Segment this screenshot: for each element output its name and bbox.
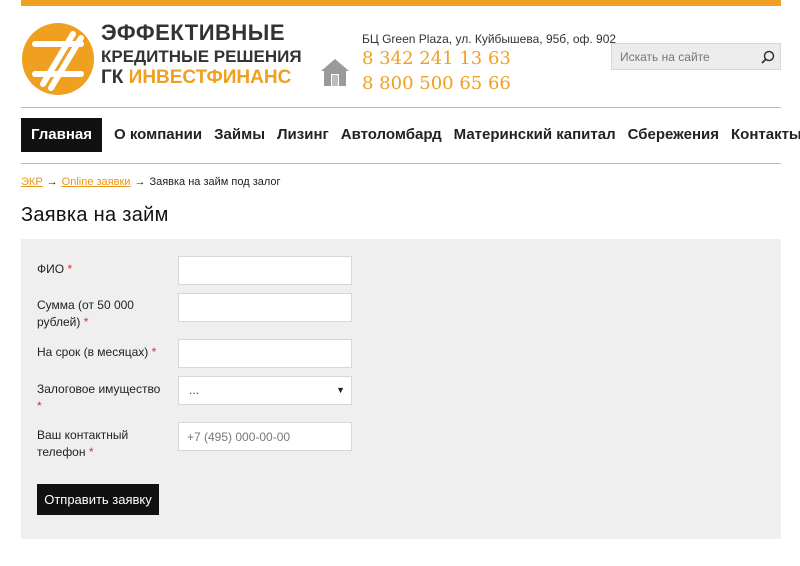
chevron-down-icon: ▼	[336, 385, 345, 395]
page-title: Заявка на займ	[21, 204, 169, 226]
search-input[interactable]	[612, 44, 757, 69]
nav-item-savings[interactable]: Сбережения	[622, 118, 725, 152]
search-button[interactable]	[755, 44, 780, 69]
breadcrumb-current: Заявка на займ под залог	[149, 176, 281, 188]
nav-item-loans[interactable]: Займы	[208, 118, 271, 152]
required-mark: *	[37, 399, 42, 413]
nav-item-car-pawnshop[interactable]: Автоломбард	[335, 118, 448, 152]
search-box	[611, 43, 781, 70]
phone-label-text: Ваш контактный телефон	[37, 428, 129, 459]
full-name-label: ФИО *	[37, 261, 162, 278]
search-icon	[760, 50, 774, 64]
amount-input[interactable]	[178, 293, 352, 322]
collateral-select-value: ...	[189, 383, 200, 397]
nav-item-contacts[interactable]: Контакты	[725, 118, 800, 152]
breadcrumb-link-online-requests[interactable]: Online заявки	[62, 176, 131, 188]
breadcrumb-separator: →	[46, 176, 58, 188]
required-mark: *	[67, 262, 73, 276]
top-accent-bar	[21, 0, 781, 6]
office-address: БЦ Green Plaza, ул. Куйбышева, 95б, оф. …	[362, 32, 617, 46]
breadcrumb-link-ekr[interactable]: ЭКР	[21, 176, 43, 188]
required-mark: *	[88, 445, 94, 459]
full-name-label-text: ФИО	[37, 262, 65, 276]
required-mark: *	[83, 315, 89, 329]
logo-line-3-prefix: ГК	[101, 67, 129, 88]
amount-label: Сумма (от 50 000 рублей) *	[37, 297, 162, 331]
logo-mark-icon	[22, 23, 94, 95]
logo-line-2: КРЕДИТНЫЕ РЕШЕНИЯ	[101, 47, 302, 66]
phone-input[interactable]	[178, 422, 352, 451]
logo[interactable]: ЭФФЕКТИВНЫЕ КРЕДИТНЫЕ РЕШЕНИЯ ГК ИНВЕСТФ…	[21, 20, 302, 96]
collateral-select[interactable]: ... ▼	[178, 376, 352, 405]
nav-divider-bottom	[21, 163, 781, 164]
nav-item-about[interactable]: О компании	[108, 118, 208, 152]
term-input[interactable]	[178, 339, 352, 368]
full-name-input[interactable]	[178, 256, 352, 285]
loan-request-form: ФИО * Сумма (от 50 000 рублей) * На срок…	[21, 239, 781, 539]
logo-line-3: ГК ИНВЕСТФИНАНС	[101, 68, 291, 87]
main-nav: Главная О компании Займы Лизинг Автоломб…	[21, 118, 800, 152]
term-label-text: На срок (в месяцах)	[37, 345, 149, 359]
nav-item-leasing[interactable]: Лизинг	[271, 118, 335, 152]
phone-number-local[interactable]: 8 342 241 13 63	[362, 48, 511, 69]
nav-divider-top	[21, 107, 781, 108]
logo-line-3-accent: ИНВЕСТФИНАНС	[128, 67, 292, 88]
submit-request-button[interactable]: Отправить заявку	[37, 484, 159, 515]
breadcrumb: ЭКР → Online заявки → Заявка на займ под зал…	[21, 176, 281, 188]
nav-item-home[interactable]: Главная	[21, 118, 103, 152]
collateral-label: Залоговое имущество *	[37, 381, 162, 415]
breadcrumb-separator: →	[134, 176, 146, 188]
nav-item-maternity-capital[interactable]: Материнский капитал	[448, 118, 622, 152]
required-mark: *	[151, 345, 157, 359]
collateral-label-text: Залоговое имущество	[37, 382, 161, 396]
home-icon	[321, 59, 349, 86]
phone-label: Ваш контактный телефон *	[37, 427, 162, 461]
phone-number-tollfree[interactable]: 8 800 500 65 66	[362, 73, 511, 94]
term-label: На срок (в месяцах) *	[37, 344, 162, 361]
logo-line-1: ЭФФЕКТИВНЫЕ	[101, 20, 286, 45]
